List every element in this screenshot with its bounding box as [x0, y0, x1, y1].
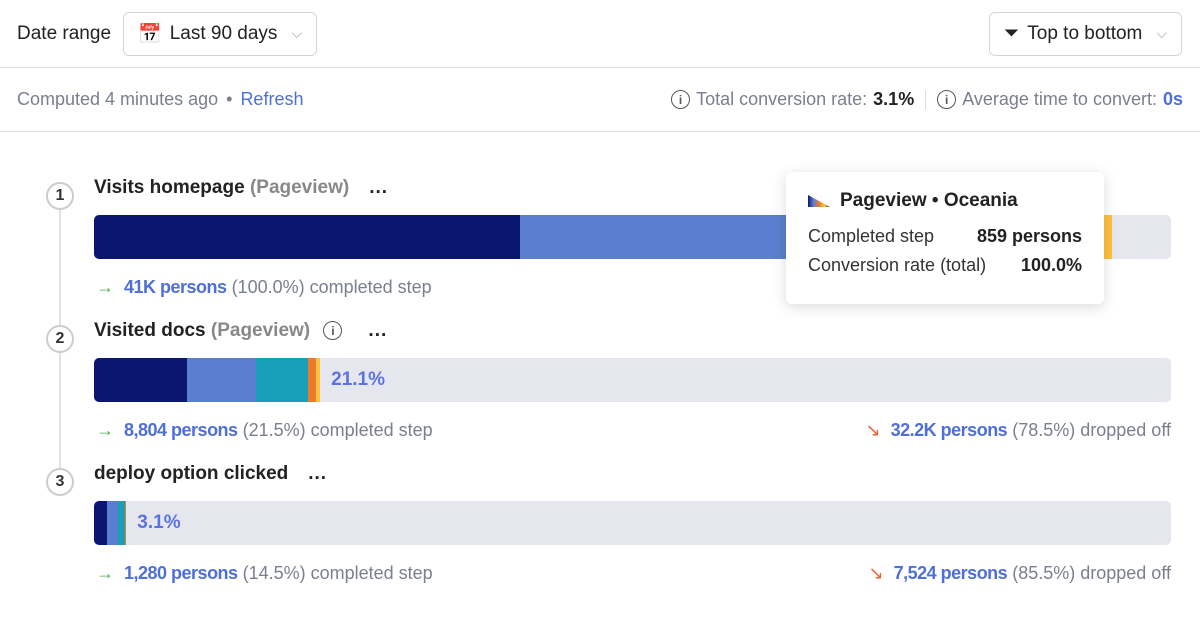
refresh-link[interactable]: Refresh: [240, 89, 303, 110]
tooltip-rate-label: Conversion rate (total): [808, 255, 987, 275]
breakdown-color-icon: [808, 195, 830, 207]
chevron-down-icon: ⌵: [291, 25, 303, 41]
avg-time-label: Average time to convert:: [962, 89, 1157, 109]
arrow-right-icon: →: [96, 277, 114, 297]
step-bar[interactable]: 21.1%: [94, 358, 1171, 402]
order-value: Top to bottom: [1027, 22, 1143, 44]
step-name: Visited docs: [94, 320, 206, 341]
tooltip-completed-value: 859 persons: [976, 226, 1082, 246]
dropped-text: (78.5%) dropped off: [1012, 420, 1171, 440]
bar-segment-blue[interactable]: [106, 501, 118, 545]
bar-segment-navy[interactable]: [94, 358, 187, 402]
step-event-type: (Pageview): [210, 320, 311, 341]
tooltip-title: Pageview • Oceania: [840, 190, 1018, 211]
date-range-value: Last 90 days: [169, 22, 278, 44]
bar-segment-teal[interactable]: [117, 501, 126, 545]
bar-segment-orange[interactable]: [308, 358, 316, 402]
avg-time-value: 0s: [1162, 89, 1183, 109]
info-icon[interactable]: i: [937, 90, 957, 109]
bar-segment-navy[interactable]: [94, 501, 107, 545]
bar-segment-navy[interactable]: [94, 215, 521, 259]
bar-segment-teal[interactable]: [255, 358, 309, 402]
computed-text: Computed 4 minutes ago: [17, 89, 219, 109]
dropped-stat: ↘ 32.2K persons (78.5%) dropped off: [866, 420, 1171, 441]
completed-count-link[interactable]: 1,280 persons: [124, 563, 238, 583]
divider: [925, 89, 927, 110]
info-icon[interactable]: i: [323, 321, 343, 341]
completed-count-link[interactable]: 8,804 persons: [124, 420, 238, 440]
bar-segment-orange[interactable]: [125, 501, 127, 545]
completed-count-link[interactable]: 41K persons: [124, 277, 227, 297]
date-range-label: Date range: [17, 22, 112, 44]
more-button[interactable]: ...: [369, 177, 388, 198]
toolbar: Date range 📅 Last 90 days ⌵ ⏷ Top to bot…: [0, 0, 1200, 68]
arrow-down-right-icon: ↘: [868, 563, 884, 583]
tooltip-completed-label: Completed step: [808, 226, 935, 246]
completed-stat: → 41K persons (100.0%) completed step: [96, 277, 432, 298]
completed-stat: → 1,280 persons (14.5%) completed step: [96, 563, 433, 584]
arrow-right-icon: →: [96, 420, 114, 440]
date-range-select[interactable]: 📅 Last 90 days ⌵: [123, 11, 318, 56]
more-button[interactable]: ...: [308, 463, 327, 484]
dropped-stat: ↘ 7,524 persons (85.5%) dropped off: [869, 563, 1171, 584]
step-conversion-label: 3.1%: [137, 512, 181, 533]
total-conversion-label: Total conversion rate:: [696, 89, 868, 109]
bar-segment-blue[interactable]: [186, 358, 256, 402]
step-title: Visits homepage (Pageview)...: [94, 177, 388, 199]
funnel-icon: ⏷: [1004, 22, 1020, 44]
completed-text: (21.5%) completed step: [242, 420, 433, 440]
step-name: deploy option clicked: [94, 463, 289, 484]
breakdown-tooltip: Pageview • Oceania Completed step 859 per…: [786, 172, 1104, 304]
completed-text: (14.5%) completed step: [242, 563, 433, 583]
chevron-down-icon: ⌵: [1156, 25, 1167, 41]
dropped-count-link[interactable]: 32.2K persons: [891, 420, 1008, 440]
step-event-type: (Pageview): [249, 177, 350, 198]
step-number: 2: [46, 325, 74, 353]
step-title: deploy option clicked...: [94, 463, 327, 485]
arrow-down-right-icon: ↘: [865, 420, 881, 440]
step-number: 3: [46, 468, 74, 496]
completed-text: (100.0%) completed step: [231, 277, 432, 297]
step-bar[interactable]: 3.1%: [94, 501, 1171, 545]
bar-segment-yellow[interactable]: [315, 358, 321, 402]
completed-stat: → 8,804 persons (21.5%) completed step: [96, 420, 433, 441]
arrow-right-icon: →: [96, 563, 114, 583]
step-title: Visited docs (Pageview) i...: [94, 320, 387, 342]
tooltip-rate-value: 100.0%: [1020, 255, 1082, 275]
separator: •: [226, 89, 233, 109]
dropped-text: (85.5%) dropped off: [1012, 563, 1171, 583]
step-name: Visits homepage: [94, 177, 245, 198]
info-icon[interactable]: i: [671, 90, 691, 109]
total-conversion-value: 3.1%: [873, 89, 915, 109]
dropped-count-link[interactable]: 7,524 persons: [894, 563, 1008, 583]
order-select[interactable]: ⏷ Top to bottom ⌵: [989, 11, 1182, 56]
calendar-icon: 📅: [138, 23, 162, 45]
step-number: 1: [46, 182, 74, 210]
more-button[interactable]: ...: [368, 320, 387, 341]
step-conversion-label: 21.1%: [331, 369, 385, 390]
info-bar: Computed 4 minutes ago • Refresh i Total…: [0, 68, 1200, 132]
